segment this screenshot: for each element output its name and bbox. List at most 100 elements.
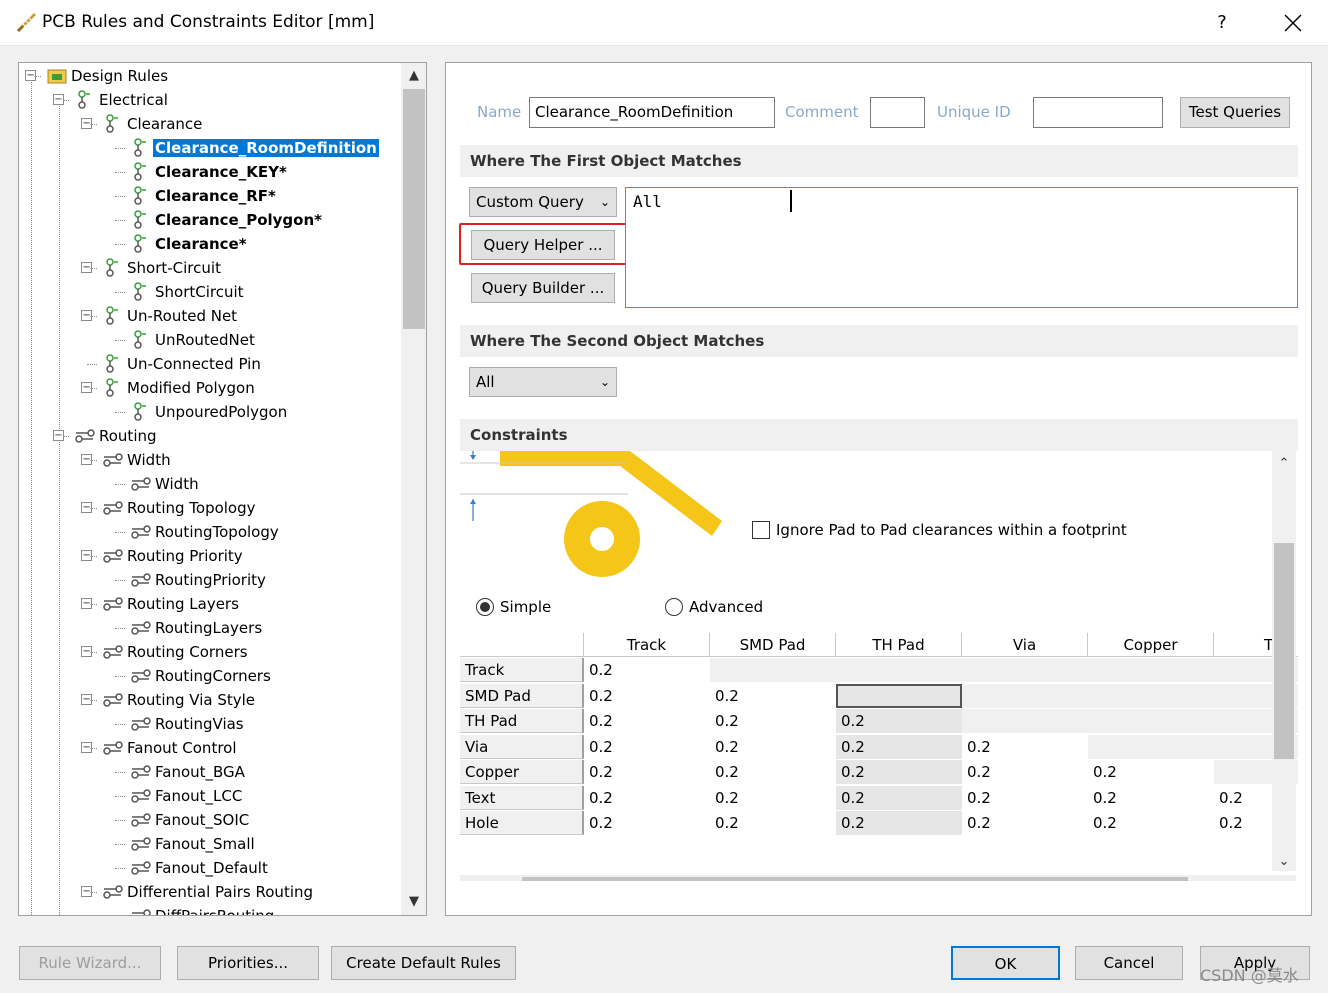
tree-item[interactable]: − Differential Pairs Routing	[81, 881, 315, 903]
matrix-cell[interactable]: 0.2	[1088, 785, 1214, 810]
collapse-toggle-icon[interactable]: −	[25, 70, 36, 81]
collapse-toggle-icon[interactable]: −	[81, 646, 92, 657]
tree-item[interactable]: RoutingPriority	[109, 569, 268, 591]
rules-tree[interactable]: − Design Rules − Electrical − Clearance Cleara…	[18, 62, 427, 916]
query-builder-button[interactable]: Query Builder ...	[471, 273, 615, 303]
tree-item[interactable]: − Modified Polygon	[81, 377, 257, 399]
simple-radio[interactable]	[476, 598, 494, 616]
matrix-cell[interactable]: 0.2	[584, 811, 710, 835]
matrix-cell[interactable]: 0.2	[836, 734, 962, 759]
scroll-left-icon[interactable]: ‹	[460, 874, 486, 881]
second-object-combo[interactable]: All ⌄	[469, 367, 617, 397]
matrix-cell[interactable]: 0.2	[1088, 811, 1214, 835]
tree-item[interactable]: − Routing Layers	[81, 593, 241, 615]
ok-button[interactable]: OK	[951, 946, 1060, 980]
tree-item[interactable]: Clearance_KEY*	[109, 161, 289, 183]
matrix-cell[interactable]: 0.2	[710, 683, 836, 708]
rule-wizard-button[interactable]: Rule Wizard...	[19, 946, 161, 980]
scroll-up-icon[interactable]: ▲	[401, 63, 426, 89]
matrix-cell[interactable]: 0.2	[836, 760, 962, 784]
tree-scroll-thumb[interactable]	[403, 89, 425, 329]
create-default-rules-button[interactable]: Create Default Rules	[331, 946, 516, 980]
matrix-cell[interactable]: 0.2	[710, 734, 836, 759]
tree-item[interactable]: Clearance_RF*	[109, 185, 278, 207]
collapse-toggle-icon[interactable]: −	[81, 310, 92, 321]
cancel-button[interactable]: Cancel	[1075, 946, 1183, 980]
tree-item[interactable]: − Width	[81, 449, 173, 471]
tree-item[interactable]: − Routing Priority	[81, 545, 245, 567]
collapse-toggle-icon[interactable]: −	[81, 742, 92, 753]
query-helper-button[interactable]: Query Helper ...	[471, 230, 615, 260]
tree-item[interactable]: RoutingTopology	[109, 521, 281, 543]
tree-item[interactable]: RoutingCorners	[109, 665, 273, 687]
scroll-down-icon[interactable]: ▼	[401, 889, 426, 915]
tree-item[interactable]: RoutingVias	[109, 713, 246, 735]
collapse-toggle-icon[interactable]: −	[81, 598, 92, 609]
tree-item[interactable]: − Un-Routed Net	[81, 305, 239, 327]
collapse-toggle-icon[interactable]: −	[81, 550, 92, 561]
help-button[interactable]: ?	[1200, 8, 1244, 38]
matrix-cell[interactable]: 0.2	[584, 683, 710, 708]
first-object-combo[interactable]: Custom Query ⌄	[469, 187, 617, 217]
tree-item[interactable]: − Routing Topology	[81, 497, 258, 519]
test-queries-button[interactable]: Test Queries	[1180, 97, 1290, 128]
matrix-cell[interactable]: 0.2	[836, 785, 962, 810]
constraints-vscrollbar[interactable]: ⌃ ⌄	[1272, 451, 1296, 871]
name-input[interactable]: Clearance_RoomDefinition	[529, 97, 775, 128]
query-editor[interactable]: All	[625, 187, 1298, 308]
scroll-right-icon[interactable]: ›	[1246, 874, 1272, 881]
matrix-cell[interactable]: 0.2	[584, 734, 710, 759]
tree-item[interactable]: − Fanout Control	[81, 737, 239, 759]
matrix-cell[interactable]: 0.2	[962, 760, 1088, 784]
tree-item[interactable]: Width	[109, 473, 201, 495]
constraints-vscroll-thumb[interactable]	[1274, 543, 1294, 759]
unique-id-input[interactable]	[1033, 97, 1163, 128]
tree-item[interactable]: RoutingLayers	[109, 617, 264, 639]
matrix-cell[interactable]: 0.2	[710, 760, 836, 784]
collapse-toggle-icon[interactable]: −	[81, 502, 92, 513]
tree-item[interactable]: Fanout_LCC	[109, 785, 244, 807]
matrix-cell[interactable]: 0.2	[710, 709, 836, 733]
collapse-toggle-icon[interactable]: −	[81, 118, 92, 129]
tree-item[interactable]: ShortCircuit	[109, 281, 246, 303]
comment-input[interactable]	[870, 97, 925, 128]
tree-item[interactable]: − Design Rules	[25, 65, 170, 87]
tree-item[interactable]: − Routing	[53, 425, 159, 447]
matrix-cell[interactable]: 0.2	[962, 734, 1088, 759]
tree-item[interactable]: Fanout_BGA	[109, 761, 247, 783]
tree-item[interactable]: Fanout_Default	[109, 857, 270, 879]
tree-item[interactable]: UnRoutedNet	[109, 329, 257, 351]
matrix-cell[interactable]: 0.2	[710, 785, 836, 810]
collapse-toggle-icon[interactable]: −	[81, 262, 92, 273]
constraints-hscroll-thumb[interactable]	[522, 877, 1188, 881]
tree-item[interactable]: − Routing Via Style	[81, 689, 257, 711]
matrix-cell[interactable]: 0.2	[710, 811, 836, 835]
collapse-toggle-icon[interactable]: −	[81, 382, 92, 393]
tree-item[interactable]: Clearance*	[109, 233, 249, 255]
clearance-matrix[interactable]: Track SMD Pad TH Pad Via Copper T Track 0.2 SMD …	[460, 633, 1298, 835]
collapse-toggle-icon[interactable]: −	[81, 694, 92, 705]
matrix-cell[interactable]: 0.2	[962, 811, 1088, 835]
tree-item[interactable]: − Clearance	[81, 113, 204, 135]
advanced-radio[interactable]	[665, 598, 683, 616]
matrix-cell[interactable]: 0.2	[584, 709, 710, 733]
tree-item[interactable]: Un-Connected Pin	[81, 353, 263, 375]
matrix-cell[interactable]: 0.2	[836, 811, 962, 835]
tree-item[interactable]: − Routing Corners	[81, 641, 250, 663]
matrix-cell[interactable]: 0.2	[1088, 760, 1214, 784]
priorities-button[interactable]: Priorities...	[177, 946, 319, 980]
collapse-toggle-icon[interactable]: −	[81, 886, 92, 897]
tree-scrollbar[interactable]: ▲ ▼	[401, 63, 426, 915]
collapse-toggle-icon[interactable]: −	[81, 454, 92, 465]
collapse-toggle-icon[interactable]: −	[53, 94, 64, 105]
matrix-cell[interactable]: 0.2	[584, 658, 710, 682]
matrix-cell[interactable]: 0.2	[836, 709, 962, 733]
collapse-toggle-icon[interactable]: −	[53, 430, 64, 441]
tree-item[interactable]: UnpouredPolygon	[109, 401, 289, 423]
tree-item[interactable]: Fanout_Small	[109, 833, 257, 855]
tree-item[interactable]: − Short-Circuit	[81, 257, 223, 279]
tree-item[interactable]: − Electrical	[53, 89, 170, 111]
tree-item[interactable]: Fanout_SOIC	[109, 809, 251, 831]
scroll-up-icon[interactable]: ⌃	[1272, 451, 1296, 477]
tree-item[interactable]: Clearance_RoomDefinition	[109, 137, 379, 159]
